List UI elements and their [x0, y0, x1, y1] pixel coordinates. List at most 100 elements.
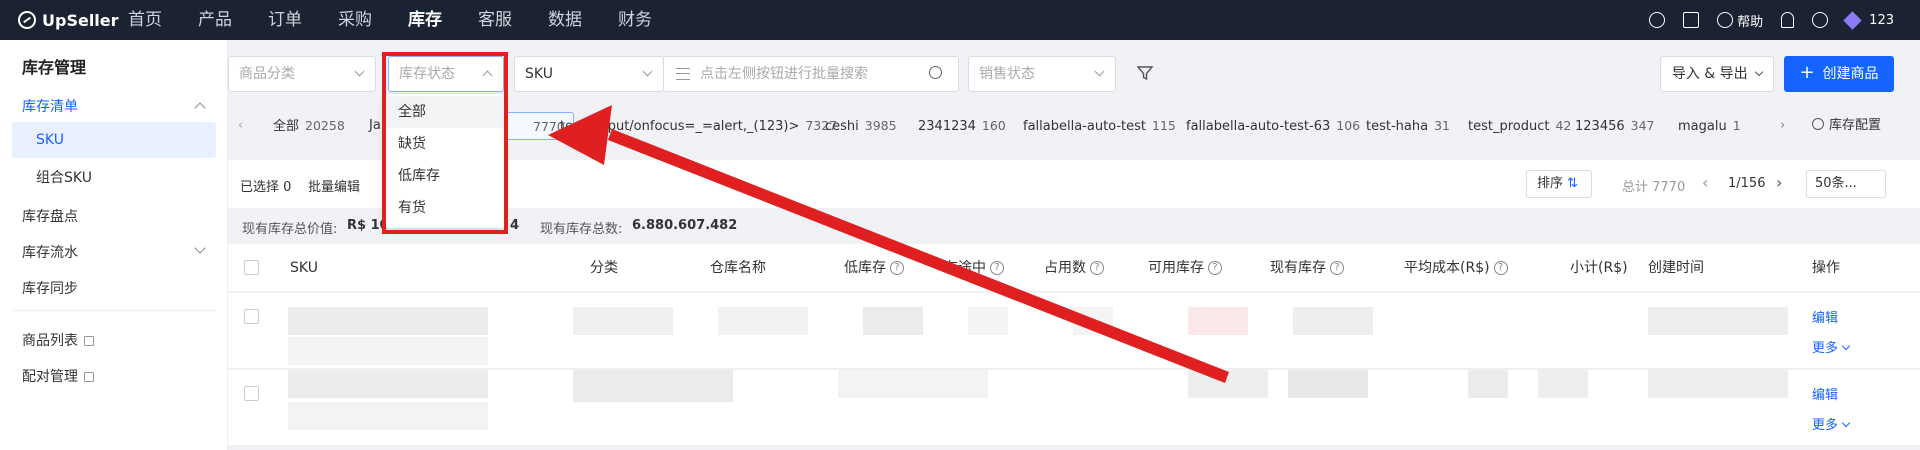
sidebar-item-stock-sync[interactable]: 库存同步	[22, 278, 78, 298]
list-icon[interactable]	[676, 68, 690, 80]
blurred-value-cell	[1073, 307, 1113, 335]
brand-logo[interactable]: UpSeller	[18, 0, 119, 40]
help-circle-icon[interactable]: ?	[990, 261, 1004, 275]
blurred-category-cell	[573, 307, 673, 335]
edit-link[interactable]: 编辑	[1812, 307, 1838, 326]
sort-button[interactable]: 排序 ⇅	[1526, 170, 1592, 198]
help-link[interactable]: 帮助	[1717, 11, 1763, 30]
tab-item[interactable]: fallabella-auto-test 115	[1023, 112, 1176, 140]
sidebar-title: 库存管理	[22, 58, 87, 77]
row-checkbox[interactable]	[244, 309, 259, 324]
tab-count: 160	[981, 118, 1006, 133]
stock-settings-link[interactable]: 库存配置	[1812, 112, 1881, 140]
chevron-down-icon	[1094, 66, 1105, 77]
search-icon[interactable]	[929, 66, 942, 79]
sidebar-item-sku[interactable]: SKU	[12, 122, 216, 158]
page-size-select[interactable]: 50条...	[1806, 170, 1886, 198]
col-category: 分类	[590, 260, 618, 276]
edit-link[interactable]: 编辑	[1812, 384, 1838, 403]
tab-item[interactable]: magalu 1	[1678, 112, 1741, 140]
tab-item[interactable]: 全部 20258	[273, 112, 345, 140]
filter-icon[interactable]	[1136, 64, 1154, 82]
tab-count: 347	[1630, 118, 1655, 133]
nav-finance[interactable]: 财务	[618, 0, 652, 40]
col-on-hand: 现有库存?	[1270, 244, 1344, 292]
sidebar-item-product-list[interactable]: 商品列表	[22, 330, 94, 350]
tab-item[interactable]: test_product 42	[1468, 112, 1571, 140]
help-circle-icon[interactable]: ?	[1493, 261, 1508, 275]
more-link[interactable]: 更多	[1812, 414, 1851, 433]
help-circle-icon[interactable]: ?	[1330, 261, 1344, 275]
external-link-icon	[84, 336, 94, 346]
category-select[interactable]: 商品分类	[228, 56, 376, 92]
tab-item[interactable]: Ja	[369, 112, 381, 140]
tab-item[interactable]: test-haha 31	[1366, 112, 1450, 140]
sidebar-item-inventory-list[interactable]: 库存清单	[22, 96, 212, 116]
nav-orders[interactable]: 订单	[268, 0, 302, 40]
col-sku: SKU	[290, 260, 318, 276]
help-circle-icon[interactable]: ?	[1090, 261, 1104, 275]
globe-icon[interactable]	[1649, 12, 1666, 28]
nav-home[interactable]: 首页	[128, 0, 162, 40]
batch-edit-button[interactable]: 批量编辑	[308, 176, 360, 195]
sidebar-item-stocktake[interactable]: 库存盘点	[22, 206, 78, 226]
sidebar-item-stock-flow[interactable]: 库存流水	[22, 242, 212, 262]
tab-count: 31	[1434, 118, 1450, 133]
tabs-prev-icon[interactable]: ‹	[238, 112, 243, 140]
blurred-value-cell	[1468, 370, 1508, 398]
nav-customer-service[interactable]: 客服	[478, 0, 512, 40]
create-product-button[interactable]: + 创建商品	[1784, 56, 1894, 92]
stock-status-select[interactable]: 库存状态	[388, 56, 504, 92]
import-export-button[interactable]: 导入 & 导出	[1660, 56, 1774, 92]
sidebar-item-label: 商品列表	[22, 333, 78, 349]
blurred-image-cell	[288, 402, 488, 430]
next-page-icon[interactable]: ›	[1776, 173, 1782, 192]
gear-icon	[1812, 118, 1824, 130]
user-menu[interactable]: 123	[1843, 10, 1894, 30]
col-subtotal: 小计(R$)	[1570, 260, 1628, 276]
col-warehouse: 仓库名称	[710, 260, 766, 276]
tab-item[interactable]: fallabella-auto-test-63 106	[1186, 112, 1360, 140]
search-type-select[interactable]: SKU	[514, 56, 664, 92]
more-link[interactable]: 更多	[1812, 337, 1851, 356]
gear-icon[interactable]	[1812, 12, 1829, 28]
sidebar-item-pairing[interactable]: 配对管理	[22, 366, 94, 386]
more-label: 更多	[1812, 341, 1839, 356]
tab-item[interactable]: 2341234 160	[918, 112, 1006, 140]
bell-icon[interactable]	[1781, 12, 1795, 28]
select-all-checkbox[interactable]	[244, 260, 259, 275]
col-occupied-label: 占用数	[1044, 260, 1086, 276]
help-circle-icon[interactable]: ?	[890, 261, 904, 275]
batch-search-input[interactable]: 点击左侧按钮进行批量搜索	[663, 56, 959, 92]
create-product-label: 创建商品	[1822, 66, 1879, 82]
row-checkbox[interactable]	[244, 386, 259, 401]
nav-purchase[interactable]: 采购	[338, 0, 372, 40]
col-created-at: 创建时间	[1648, 260, 1704, 276]
table-row[interactable]: 编辑 更多	[228, 370, 1920, 446]
help-circle-icon	[1717, 12, 1734, 28]
help-circle-icon[interactable]: ?	[1208, 261, 1222, 275]
nav-data[interactable]: 数据	[548, 0, 582, 40]
option-all[interactable]: 全部	[384, 96, 504, 128]
blurred-value-cell	[863, 307, 923, 335]
tab-item[interactable]: 123456 347	[1575, 112, 1655, 140]
option-in-stock[interactable]: 有货	[384, 192, 504, 224]
apps-grid-icon[interactable]	[1683, 12, 1700, 28]
tab-label: 2341234	[918, 119, 976, 134]
nav-products[interactable]: 产品	[198, 0, 232, 40]
tab-item[interactable]: ceshi 3985	[825, 112, 897, 140]
nav-inventory[interactable]: 库存	[408, 0, 442, 40]
option-out-of-stock[interactable]: 缺货	[384, 128, 504, 160]
option-low-stock[interactable]: 低库存	[384, 160, 504, 192]
tab-item[interactable]: test<input/onfocus=_=alert,_(123)> 7327	[560, 112, 837, 140]
blurred-sku-cell	[288, 307, 488, 335]
prev-page-icon[interactable]: ‹	[1702, 173, 1708, 192]
diamond-icon	[1843, 10, 1862, 30]
table-row[interactable]: 编辑 更多	[228, 293, 1920, 369]
chevron-up-icon	[194, 102, 206, 114]
sales-status-select[interactable]: 销售状态	[968, 56, 1116, 92]
brand-name: UpSeller	[42, 10, 119, 30]
total-value-tail: 4	[510, 218, 520, 233]
tabs-next-icon[interactable]: ›	[1780, 112, 1785, 140]
sidebar-item-bundle-sku[interactable]: 组合SKU	[12, 160, 216, 196]
